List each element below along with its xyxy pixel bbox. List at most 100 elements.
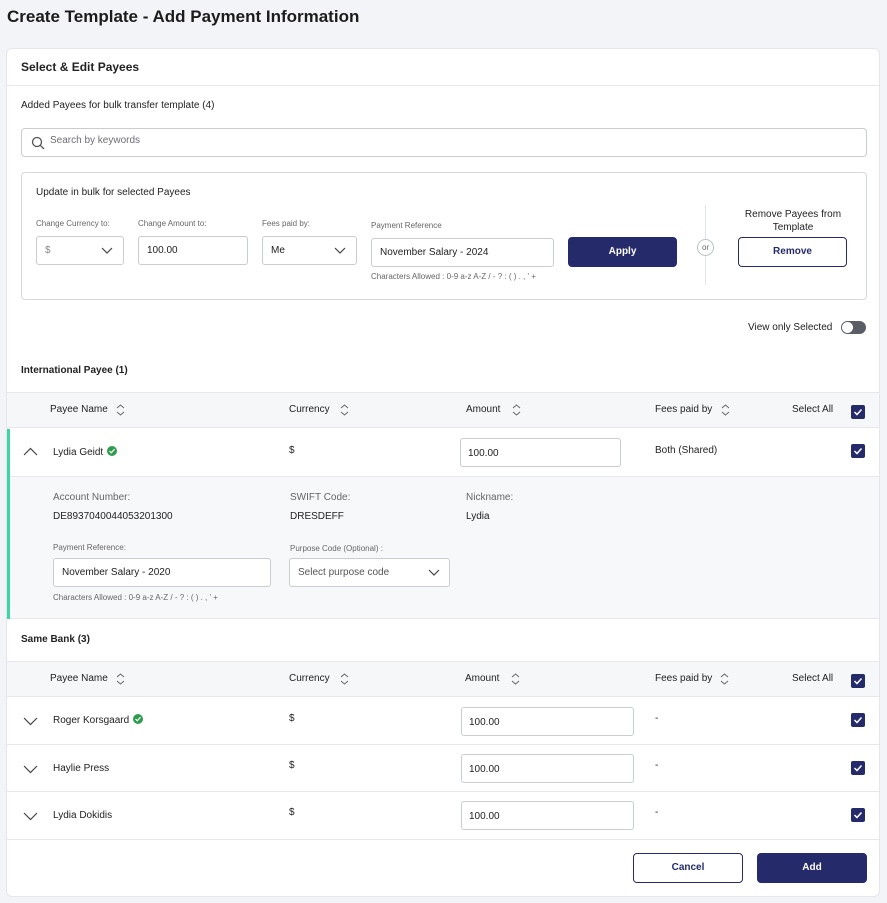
page-title: Create Template - Add Payment Informatio…: [7, 7, 360, 26]
search-field[interactable]: [21, 128, 867, 157]
amount-label: Change Amount to:: [138, 219, 207, 228]
header-amount: Amount: [465, 673, 500, 684]
sort-icon[interactable]: [720, 673, 729, 685]
header-fees-paid-by: Fees paid by: [655, 673, 713, 684]
view-only-selected-label: View only Selected: [748, 322, 833, 333]
add-button[interactable]: Add: [757, 853, 867, 883]
toggle-knob: [842, 322, 853, 333]
expanded-row-accent: [7, 477, 10, 619]
sort-icon[interactable]: [511, 673, 520, 685]
currency-select-value: $: [45, 245, 51, 256]
header-currency: Currency: [289, 673, 330, 684]
header-amount: Amount: [466, 404, 501, 415]
apply-button[interactable]: Apply: [568, 237, 677, 267]
currency-cell: $: [289, 807, 295, 818]
table-row: Roger Korsgaard $ 100.00 -: [7, 697, 879, 745]
purpose-code-label: Purpose Code (Optional) :: [290, 544, 383, 553]
amount-value: 100.00: [469, 764, 500, 775]
check-icon: [853, 447, 863, 455]
payee-name-cell: Lydia Geidt: [53, 446, 118, 458]
purpose-code-select[interactable]: Select purpose code: [289, 558, 450, 587]
amount-value: 100.00: [469, 717, 500, 728]
cancel-button[interactable]: Cancel: [633, 853, 743, 883]
bulk-update-title: Update in bulk for selected Payees: [36, 187, 191, 198]
amount-input[interactable]: 100.00: [461, 801, 634, 830]
header-select-all: Select All: [792, 673, 834, 684]
check-icon: [853, 408, 863, 416]
account-number-value: DE8937040044053201300: [53, 511, 173, 522]
same-bank-title: Same Bank (3): [21, 634, 90, 645]
fees-select[interactable]: Me: [262, 236, 357, 265]
card-title: Select & Edit Payees: [21, 60, 140, 74]
sort-icon[interactable]: [512, 404, 521, 416]
row-checkbox[interactable]: [851, 761, 865, 775]
fees-cell: -: [655, 713, 659, 724]
table-row: Lydia Dokidis $ 100.00 -: [7, 792, 879, 840]
amount-input[interactable]: 100.00: [461, 707, 634, 736]
header-currency: Currency: [289, 404, 330, 415]
sort-icon[interactable]: [116, 404, 125, 416]
header-fees-paid-by: Fees paid by: [655, 404, 713, 415]
chars-allowed-hint: Characters Allowed : 0-9 a-z A-Z / - ? :…: [371, 272, 536, 281]
check-icon: [853, 677, 863, 685]
remove-payees-title: Remove Payees from Template: [744, 209, 842, 233]
sort-icon[interactable]: [340, 673, 349, 685]
payee-name: Roger Korsgaard: [53, 715, 130, 726]
payment-reference-input[interactable]: November Salary - 2020: [53, 558, 271, 587]
payee-name: Haylie Press: [53, 763, 110, 774]
chars-allowed-hint: Characters Allowed : 0-9 a-z A-Z / - ? :…: [53, 593, 218, 602]
chevron-down-icon[interactable]: [23, 765, 38, 774]
check-icon: [853, 716, 863, 724]
fees-label: Fees paid by:: [262, 219, 311, 228]
row-checkbox[interactable]: [851, 713, 865, 727]
chevron-down-icon: [101, 247, 113, 254]
chevron-down-icon[interactable]: [23, 717, 38, 726]
sort-icon[interactable]: [116, 673, 125, 685]
added-payees-label: Added Payees for bulk transfer template …: [21, 100, 215, 111]
bulk-update-panel: Update in bulk for selected Payees Chang…: [21, 172, 867, 300]
header-select-all: Select All: [792, 404, 834, 415]
payment-reference-value: November Salary - 2020: [62, 567, 171, 578]
reference-input[interactable]: November Salary - 2024: [371, 238, 554, 267]
purpose-code-placeholder: Select purpose code: [298, 567, 390, 578]
currency-cell: $: [289, 445, 295, 456]
amount-input[interactable]: 100.00: [461, 754, 634, 783]
chevron-down-icon: [428, 569, 440, 576]
reference-input-value: November Salary - 2024: [380, 247, 489, 258]
payee-name-cell: Roger Korsgaard: [53, 714, 144, 726]
search-input[interactable]: [50, 135, 650, 146]
select-all-checkbox[interactable]: [851, 405, 865, 419]
table-row: Haylie Press $ 100.00 -: [7, 745, 879, 792]
currency-label: Change Currency to:: [36, 219, 110, 228]
amount-value: 100.00: [468, 448, 499, 459]
amount-input[interactable]: 100.00: [460, 438, 621, 467]
nickname-value: Lydia: [466, 511, 490, 522]
payee-name: Lydia Geidt: [53, 447, 104, 458]
expanded-row-accent: [7, 429, 10, 477]
card-header: Select & Edit Payees: [7, 49, 879, 86]
verified-icon: [107, 446, 118, 457]
payment-reference-label: Payment Reference:: [53, 543, 126, 552]
fees-cell: -: [655, 760, 659, 771]
currency-select[interactable]: $: [36, 236, 124, 265]
payee-name: Lydia Dokidis: [53, 810, 113, 821]
row-checkbox[interactable]: [851, 444, 865, 458]
fees-cell: -: [655, 807, 659, 818]
view-only-selected-toggle[interactable]: [841, 321, 866, 334]
nickname-label: Nickname:: [466, 492, 514, 503]
table-row: Lydia Geidt $ 100.00 Both (Shared): [7, 429, 879, 477]
chevron-down-icon[interactable]: [23, 812, 38, 821]
amount-input[interactable]: 100.00: [138, 236, 248, 265]
select-all-checkbox[interactable]: [851, 674, 865, 688]
sort-icon[interactable]: [721, 404, 730, 416]
swift-code-value: DRESDEFF: [290, 511, 344, 522]
remove-button[interactable]: Remove: [738, 237, 847, 267]
reference-label: Payment Reference: [371, 221, 442, 230]
chevron-up-icon[interactable]: [23, 447, 38, 456]
search-icon: [31, 136, 45, 150]
international-table-header: Payee Name Currency Amount Fees paid by …: [7, 392, 879, 428]
or-separator: or: [697, 239, 714, 256]
row-checkbox[interactable]: [851, 808, 865, 822]
fees-cell: Both (Shared): [655, 445, 718, 456]
sort-icon[interactable]: [340, 404, 349, 416]
